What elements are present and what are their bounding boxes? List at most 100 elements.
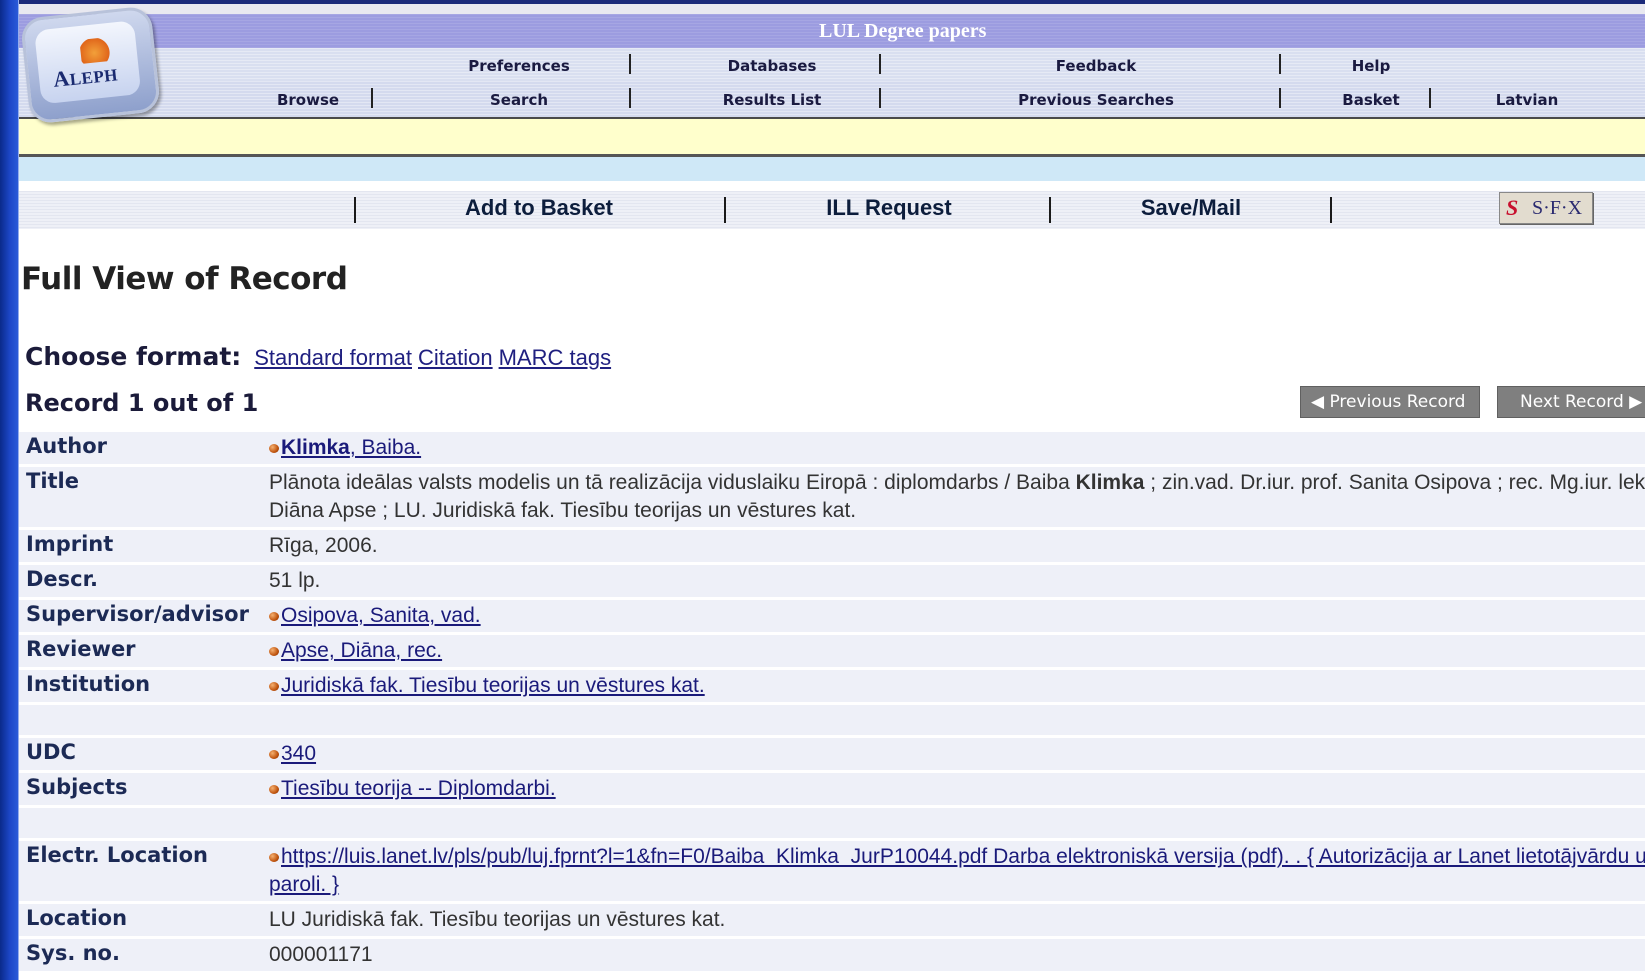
electronic-location-link[interactable]: https://luis.lanet.lv/pls/pub/luj.fprnt?… [269,845,1645,896]
imprint-value: Rīga, 2006. [262,530,1645,562]
aleph-logo[interactable]: ALEPH [19,5,162,125]
bullet-icon [269,444,279,453]
table-row: Location LU Juridiskā fak. Tiesību teori… [19,904,1645,936]
bullet-icon [269,750,279,759]
info-bar [19,157,1645,181]
action-separator [354,197,356,223]
electronic-location-value: https://luis.lanet.lv/pls/pub/luj.fprnt?… [262,841,1645,901]
nav-separator [879,88,881,108]
title-value: Plānota ideālas valsts modelis un tā rea… [262,467,1645,527]
nav-language-latvian[interactable]: Latvian [1496,91,1559,109]
table-row: Institution Juridiskā fak. Tiesību teori… [19,670,1645,702]
location-value: LU Juridiskā fak. Tiesību teorijas un vē… [262,904,1645,936]
nav-search[interactable]: Search [490,91,548,109]
nav-row-1: Preferences Databases Feedback Help [19,48,1645,81]
reviewer-link[interactable]: Apse, Diāna, rec. [281,639,442,662]
nav-databases[interactable]: Databases [728,57,817,75]
field-label: Reviewer [19,635,262,667]
table-row: Electr. Location https://luis.lanet.lv/p… [19,841,1645,901]
udc-link[interactable]: 340 [281,742,316,765]
author-link[interactable]: Klimka, Baiba. [281,436,421,459]
table-row-empty [19,705,1645,735]
format-citation-link[interactable]: Citation [418,345,493,370]
bullet-icon [269,785,279,794]
bullet-icon [269,612,279,621]
record-counter: Record 1 out of 1 [25,389,259,417]
aleph-opac-page: LUL Degree papers Preferences Databases … [19,0,1645,980]
format-standard-link[interactable]: Standard format [254,345,412,370]
header: LUL Degree papers Preferences Databases … [19,0,1645,191]
institution-link[interactable]: Juridiskā fak. Tiesību teorijas un vēstu… [281,674,705,697]
ill-request-link[interactable]: ILL Request [826,195,952,221]
nav-help[interactable]: Help [1352,57,1391,75]
table-row: Reviewer Apse, Diāna, rec. [19,635,1645,667]
table-row: Author Klimka, Baiba. [19,432,1645,464]
spacer-stripe [19,181,1645,191]
bullet-icon [269,647,279,656]
field-label: Electr. Location [19,841,262,901]
catalog-title: LUL Degree papers [819,20,987,42]
table-row: Title Plānota ideālas valsts modelis un … [19,467,1645,527]
nav-feedback[interactable]: Feedback [1056,57,1136,75]
top-border [19,0,1645,4]
table-row: Descr. 51 lp. [19,565,1645,597]
add-to-basket-link[interactable]: Add to Basket [465,195,613,221]
institution-value: Juridiskā fak. Tiesību teorijas un vēstu… [262,670,1645,702]
field-value-empty [262,808,1645,838]
table-row: UDC 340 [19,738,1645,770]
table-row: Supervisor/advisor Osipova, Sanita, vad. [19,600,1645,632]
logo-inner: ALEPH [34,20,142,105]
nav-preferences[interactable]: Preferences [468,57,570,75]
sfx-button[interactable]: S S·F·X [1499,192,1593,224]
next-record-label: Next Record ▶ [1520,392,1643,412]
format-chooser: Choose format: Standard format Citation MA… [25,342,611,372]
nav-separator [1429,88,1431,108]
nav-basket[interactable]: Basket [1342,91,1399,109]
page-title: Full View of Record [21,261,348,297]
previous-record-button[interactable]: ◀ Previous Record [1300,386,1480,418]
supervisor-value: Osipova, Sanita, vad. [262,600,1645,632]
field-label-empty [19,705,262,735]
action-separator [1049,197,1051,223]
field-value-empty [262,705,1645,735]
subjects-value: Tiesību teorija -- Diplomdarbi. [262,773,1645,805]
next-record-button[interactable]: Next Record ▶ [1497,386,1645,418]
supervisor-link[interactable]: Osipova, Sanita, vad. [281,604,481,627]
nav-separator [371,88,373,108]
sfx-s-icon: S [1506,195,1519,220]
bullet-icon [269,853,279,862]
choose-format-label: Choose format: [25,342,242,371]
field-label: Author [19,432,262,464]
field-label-empty [19,808,262,838]
field-label: Location [19,904,262,936]
author-value: Klimka, Baiba. [262,432,1645,464]
table-row-empty [19,808,1645,838]
message-bar [19,119,1645,157]
field-label: Descr. [19,565,262,597]
nav-results-list[interactable]: Results List [723,91,822,109]
field-label: Subjects [19,773,262,805]
main-content: Full View of Record Choose format: Stand… [19,229,1645,980]
nav-separator [879,54,881,74]
save-mail-link[interactable]: Save/Mail [1141,195,1241,221]
description-value: 51 lp. [262,565,1645,597]
nav-browse[interactable]: Browse [277,91,339,109]
sfx-label: S·F·X [1532,197,1583,219]
table-row: Subjects Tiesību teorija -- Diplomdarbi. [19,773,1645,805]
udc-value: 340 [262,738,1645,770]
subjects-link[interactable]: Tiesību teorija -- Diplomdarbi. [281,777,556,800]
nav-separator [629,54,631,74]
field-label: Supervisor/advisor [19,600,262,632]
action-separator [724,197,726,223]
system-number-value: 000001171 [262,939,1645,971]
table-row: Sys. no. 000001171 [19,939,1645,971]
reviewer-value: Apse, Diāna, rec. [262,635,1645,667]
nav-previous-searches[interactable]: Previous Searches [1018,91,1174,109]
nav-separator [629,88,631,108]
nav-row-2: Browse Search Results List Previous Sear… [19,81,1645,119]
action-separator [1330,197,1332,223]
field-label: Institution [19,670,262,702]
previous-record-label: ◀ Previous Record [1311,392,1466,412]
format-marc-tags-link[interactable]: MARC tags [499,345,611,370]
logo-text: ALEPH [52,65,119,92]
